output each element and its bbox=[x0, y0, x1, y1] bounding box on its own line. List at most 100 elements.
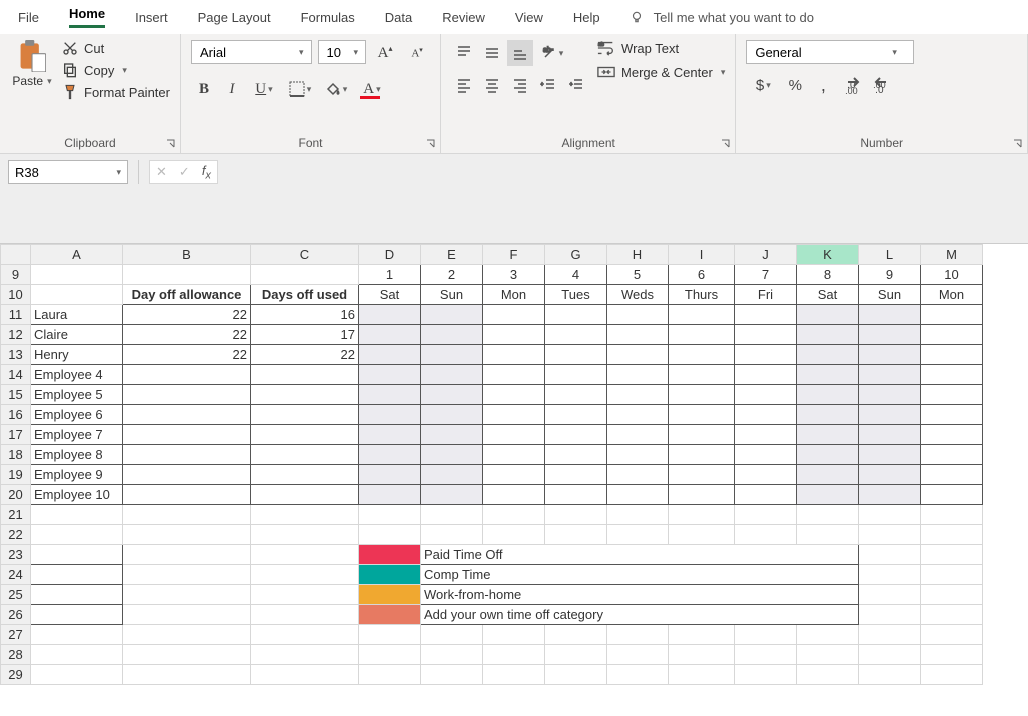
cell-K21[interactable] bbox=[797, 505, 859, 525]
cell-J27[interactable] bbox=[735, 625, 797, 645]
cell-F27[interactable] bbox=[483, 625, 545, 645]
cell-L15[interactable] bbox=[859, 385, 921, 405]
cell-A27[interactable] bbox=[31, 625, 123, 645]
row-header-13[interactable]: 13 bbox=[1, 345, 31, 365]
cell-I22[interactable] bbox=[669, 525, 735, 545]
cell-A10[interactable] bbox=[31, 285, 123, 305]
cell-I19[interactable] bbox=[669, 465, 735, 485]
cell-I12[interactable] bbox=[669, 325, 735, 345]
cell-L24[interactable] bbox=[859, 565, 921, 585]
cell-B16[interactable] bbox=[123, 405, 251, 425]
cell-C19[interactable] bbox=[251, 465, 359, 485]
cell-L13[interactable] bbox=[859, 345, 921, 365]
cell-L22[interactable] bbox=[859, 525, 921, 545]
cell-D14[interactable] bbox=[359, 365, 421, 385]
spreadsheet-grid[interactable]: ABCDEFGHIJKLM91234567891010Day off allow… bbox=[0, 244, 1028, 685]
cell-L11[interactable] bbox=[859, 305, 921, 325]
cell-C24[interactable] bbox=[251, 565, 359, 585]
cell-G21[interactable] bbox=[545, 505, 607, 525]
row-header-19[interactable]: 19 bbox=[1, 465, 31, 485]
menu-page-layout[interactable]: Page Layout bbox=[198, 10, 271, 25]
cell-A14[interactable]: Employee 4 bbox=[31, 365, 123, 385]
cell-H12[interactable] bbox=[607, 325, 669, 345]
cell-K18[interactable] bbox=[797, 445, 859, 465]
cell-J13[interactable] bbox=[735, 345, 797, 365]
cell-M15[interactable] bbox=[921, 385, 983, 405]
menu-formulas[interactable]: Formulas bbox=[301, 10, 355, 25]
cell-J21[interactable] bbox=[735, 505, 797, 525]
cell-K11[interactable] bbox=[797, 305, 859, 325]
cell-L29[interactable] bbox=[859, 665, 921, 685]
cell-M9[interactable]: 10 bbox=[921, 265, 983, 285]
cell-I18[interactable] bbox=[669, 445, 735, 465]
cell-M20[interactable] bbox=[921, 485, 983, 505]
cell-H20[interactable] bbox=[607, 485, 669, 505]
cell-D28[interactable] bbox=[359, 645, 421, 665]
cell-A17[interactable]: Employee 7 bbox=[31, 425, 123, 445]
cell-J12[interactable] bbox=[735, 325, 797, 345]
cell-D22[interactable] bbox=[359, 525, 421, 545]
cell-H17[interactable] bbox=[607, 425, 669, 445]
font-color-button[interactable]: A ▾ bbox=[355, 76, 389, 102]
cell-J18[interactable] bbox=[735, 445, 797, 465]
cell-H21[interactable] bbox=[607, 505, 669, 525]
cell-E10[interactable]: Sun bbox=[421, 285, 483, 305]
cell-M11[interactable] bbox=[921, 305, 983, 325]
cell-G13[interactable] bbox=[545, 345, 607, 365]
row-header-28[interactable]: 28 bbox=[1, 645, 31, 665]
underline-button[interactable]: U▾ bbox=[247, 76, 281, 102]
cell-E11[interactable] bbox=[421, 305, 483, 325]
increase-indent-button[interactable] bbox=[563, 72, 589, 98]
col-header-K[interactable]: K bbox=[797, 245, 859, 265]
cell-H13[interactable] bbox=[607, 345, 669, 365]
cell-D11[interactable] bbox=[359, 305, 421, 325]
cell-G29[interactable] bbox=[545, 665, 607, 685]
cell-A13[interactable]: Henry bbox=[31, 345, 123, 365]
chevron-down-icon[interactable]: ▾ bbox=[889, 47, 900, 58]
chevron-down-icon[interactable]: ▾ bbox=[296, 47, 307, 58]
cell-C13[interactable]: 22 bbox=[251, 345, 359, 365]
col-header-C[interactable]: C bbox=[251, 245, 359, 265]
cell-H29[interactable] bbox=[607, 665, 669, 685]
cell-A25[interactable] bbox=[31, 585, 123, 605]
col-header-J[interactable]: J bbox=[735, 245, 797, 265]
cell-F10[interactable]: Mon bbox=[483, 285, 545, 305]
menu-insert[interactable]: Insert bbox=[135, 10, 168, 25]
alignment-dialog-launcher[interactable] bbox=[719, 137, 733, 151]
cell-I16[interactable] bbox=[669, 405, 735, 425]
cell-E18[interactable] bbox=[421, 445, 483, 465]
cell-G15[interactable] bbox=[545, 385, 607, 405]
col-header-I[interactable]: I bbox=[669, 245, 735, 265]
currency-button[interactable]: $▾ bbox=[746, 72, 780, 98]
comma-button[interactable]: , bbox=[810, 72, 836, 98]
col-header-D[interactable]: D bbox=[359, 245, 421, 265]
cell-C18[interactable] bbox=[251, 445, 359, 465]
cell-I20[interactable] bbox=[669, 485, 735, 505]
cell-B21[interactable] bbox=[123, 505, 251, 525]
menu-view[interactable]: View bbox=[515, 10, 543, 25]
col-header-G[interactable]: G bbox=[545, 245, 607, 265]
cell-L16[interactable] bbox=[859, 405, 921, 425]
cell-B28[interactable] bbox=[123, 645, 251, 665]
legend-label-23[interactable]: Paid Time Off bbox=[421, 545, 859, 565]
cell-I14[interactable] bbox=[669, 365, 735, 385]
cell-A15[interactable]: Employee 5 bbox=[31, 385, 123, 405]
cell-C17[interactable] bbox=[251, 425, 359, 445]
chevron-down-icon[interactable]: ▾ bbox=[116, 167, 121, 178]
align-top-button[interactable] bbox=[451, 40, 477, 66]
cell-H11[interactable] bbox=[607, 305, 669, 325]
cell-E19[interactable] bbox=[421, 465, 483, 485]
merge-center-button[interactable]: Merge & Center ▾ bbox=[597, 64, 725, 80]
cell-M24[interactable] bbox=[921, 565, 983, 585]
cell-M29[interactable] bbox=[921, 665, 983, 685]
cell-F11[interactable] bbox=[483, 305, 545, 325]
cell-L23[interactable] bbox=[859, 545, 921, 565]
cell-H27[interactable] bbox=[607, 625, 669, 645]
row-header-20[interactable]: 20 bbox=[1, 485, 31, 505]
cell-J15[interactable] bbox=[735, 385, 797, 405]
row-header-16[interactable]: 16 bbox=[1, 405, 31, 425]
row-header-29[interactable]: 29 bbox=[1, 665, 31, 685]
cell-I17[interactable] bbox=[669, 425, 735, 445]
cancel-icon[interactable]: ✕ bbox=[156, 164, 167, 180]
cell-F21[interactable] bbox=[483, 505, 545, 525]
